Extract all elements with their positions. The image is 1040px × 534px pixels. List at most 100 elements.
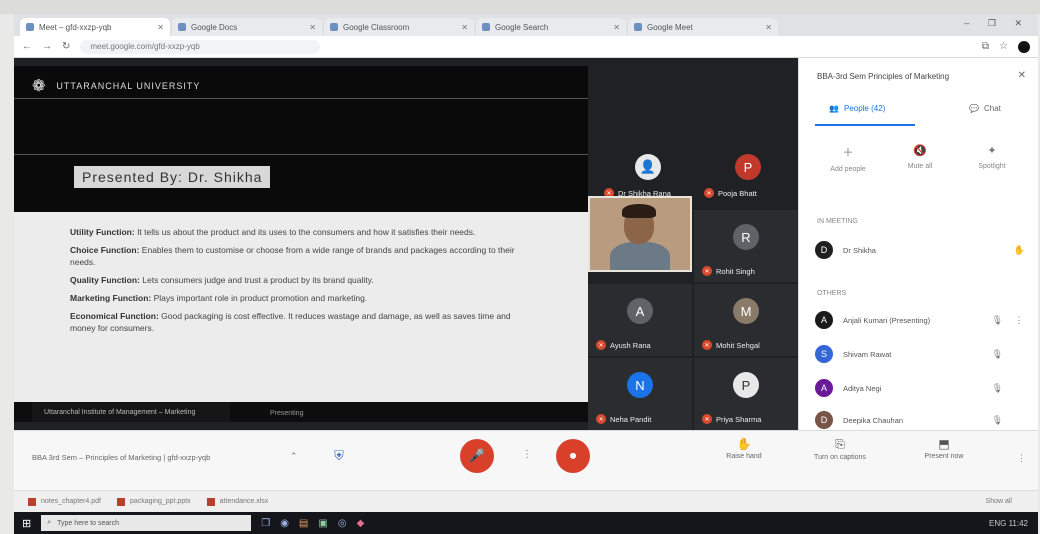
file-explorer-icon[interactable]: ▤ xyxy=(299,518,308,529)
slide-bullet: Marketing Function: Plays important role… xyxy=(70,292,520,304)
mic-icon[interactable]: 🎙 xyxy=(992,315,1003,326)
participant-row[interactable]: A Anjali Kumari (Presenting) 🎙 ⋮ xyxy=(815,308,1025,332)
hand-icon[interactable]: ✋ xyxy=(1014,245,1025,256)
participant-label: ✕ Ayush Rana xyxy=(596,340,651,350)
url-field[interactable]: meet.google.com/gfd-xxzp-yqb xyxy=(80,39,321,54)
slide-header: ❁ UTTARANCHAL UNIVERSITY Presented By: D… xyxy=(14,66,588,212)
camera-toggle-button[interactable]: ⏺ xyxy=(556,439,590,473)
participant-tile[interactable]: P ✕ Priya Sharma xyxy=(694,358,798,430)
close-icon[interactable]: ✕ xyxy=(309,23,316,32)
participant-row[interactable]: D Deepika Chauhan 🎙 xyxy=(815,408,1025,432)
browser-tab[interactable]: Google Search ✕ xyxy=(476,18,626,36)
bullet-text: Lets consumers judge and trust a product… xyxy=(142,275,374,285)
more-vert-icon[interactable]: ⋮ xyxy=(1017,453,1026,464)
self-view-video[interactable] xyxy=(588,196,692,272)
mic-icon[interactable]: 🎙 xyxy=(992,415,1003,426)
window-controls[interactable]: – ❐ ✕ xyxy=(964,18,1030,29)
avatar: D xyxy=(815,411,833,429)
app-icon[interactable]: ◆ xyxy=(357,518,365,529)
present-icon: ⬒ xyxy=(938,437,950,451)
participant-label: ✕ Rohit Singh xyxy=(702,266,755,276)
add-people-button[interactable]: ＋ Add people xyxy=(813,144,883,173)
participant-tile[interactable]: R ✕ Rohit Singh xyxy=(694,210,798,282)
reload-icon[interactable]: ↻ xyxy=(62,41,70,52)
raise-hand-button[interactable]: ✋ Raise hand xyxy=(704,437,784,460)
downloads-bar: notes_chapter4.pdf packaging_ppt.pptx at… xyxy=(14,490,1038,512)
captions-button[interactable]: ⎘ Turn on captions xyxy=(800,437,880,461)
tab-favicon-icon xyxy=(482,23,490,31)
browser-tab[interactable]: Google Meet ✕ xyxy=(628,18,778,36)
participant-avatar: M xyxy=(733,298,759,324)
mic-off-icon: ✕ xyxy=(702,414,712,424)
chat-icon: 💬 xyxy=(969,104,979,113)
participant-tile[interactable]: M ✕ Mohit Sehgal xyxy=(694,284,798,356)
file-icon xyxy=(206,497,215,506)
close-icon[interactable]: ✕ xyxy=(461,23,468,32)
task-view-icon[interactable]: ❐ xyxy=(261,518,270,529)
tab-people[interactable]: 👥 People (42) xyxy=(829,104,885,113)
self-view-body xyxy=(610,242,670,270)
slide-title: Presented By: Dr. Shikha xyxy=(74,166,271,188)
participant-row[interactable]: A Aditya Negi 🎙 xyxy=(815,376,1025,400)
mic-icon[interactable]: 🎙 xyxy=(992,383,1003,394)
participant-name: Anjali Kumari (Presenting) xyxy=(843,315,931,325)
browser-tab[interactable]: Google Classroom ✕ xyxy=(324,18,474,36)
bullet-text: It tells us about the product and its us… xyxy=(137,227,476,237)
browser-tab[interactable]: Google Docs ✕ xyxy=(172,18,322,36)
chrome-icon[interactable]: ◎ xyxy=(338,518,347,529)
mic-icon[interactable]: 🎙 xyxy=(992,349,1003,360)
university-logo-icon: ❁ xyxy=(32,78,47,95)
browser-tab[interactable]: Meet – gfd-xxzp-yqb ✕ xyxy=(20,18,170,36)
download-item[interactable]: notes_chapter4.pdf xyxy=(28,497,101,506)
people-panel: BBA-3rd Sem Principles of Marketing ✕ 👥 P… xyxy=(798,58,1038,430)
file-icon xyxy=(28,497,36,506)
active-tab-indicator xyxy=(815,124,915,126)
back-icon[interactable]: ← xyxy=(22,41,32,52)
edge-browser-icon[interactable]: ◉ xyxy=(280,518,289,529)
system-tray[interactable]: ENG 11:42 xyxy=(989,519,1028,528)
slide-bullet: Economical Function: Good packaging is c… xyxy=(70,310,520,334)
slide-bullet: Utility Function: It tells us about the … xyxy=(70,226,520,238)
close-icon[interactable]: ✕ xyxy=(765,23,772,32)
download-item[interactable]: packaging_ppt.pptx xyxy=(116,497,191,506)
address-bar: ← → ↻ meet.google.com/gfd-xxzp-yqb ⧉ ☆ xyxy=(14,36,1038,58)
close-icon[interactable]: ✕ xyxy=(157,23,164,32)
close-icon[interactable]: ✕ xyxy=(1018,70,1026,81)
file-icon xyxy=(116,497,125,506)
search-placeholder: Type here to search xyxy=(57,519,120,527)
participant-name: Dr Shikha xyxy=(843,245,876,255)
more-options-icon[interactable]: ⋮ xyxy=(522,449,532,460)
chevron-up-icon[interactable]: ⌃ xyxy=(290,451,298,462)
more-vert-icon[interactable]: ⋮ xyxy=(1013,315,1025,326)
profile-avatar[interactable] xyxy=(1018,40,1030,53)
extensions-icon[interactable]: ⧉ xyxy=(982,41,989,52)
participant-name: Deepika Chauhan xyxy=(843,415,904,425)
store-icon[interactable]: ▣ xyxy=(318,518,327,529)
windows-start-icon[interactable]: ⊞ xyxy=(22,517,31,530)
download-label: attendance.xlsx xyxy=(219,498,269,505)
mic-off-icon: ✕ xyxy=(596,340,606,350)
participant-tile[interactable]: A ✕ Ayush Rana xyxy=(588,284,692,356)
present-now-button[interactable]: ⬒ Present now xyxy=(904,437,984,460)
tab-chat[interactable]: 💬 Chat xyxy=(969,104,1001,113)
mic-toggle-button[interactable]: 🎤 xyxy=(460,439,494,473)
forward-icon[interactable]: → xyxy=(42,41,52,52)
mute-all-button[interactable]: 🔇 Mute all xyxy=(885,144,955,170)
avatar: D xyxy=(815,241,833,259)
meeting-stage: ❁ UTTARANCHAL UNIVERSITY Presented By: D… xyxy=(14,58,798,430)
show-all-downloads-link[interactable]: Show all xyxy=(986,498,1012,505)
participant-tile[interactable]: N ✕ Neha Pandit xyxy=(588,358,692,430)
tab-label: Meet – gfd-xxzp-yqb xyxy=(39,22,112,32)
participant-avatar: P xyxy=(733,372,759,398)
participant-name: Ayush Rana xyxy=(610,340,651,350)
search-icon: ⌕ xyxy=(47,519,52,526)
taskbar-search[interactable]: ⌕ Type here to search xyxy=(41,515,252,531)
download-label: notes_chapter4.pdf xyxy=(41,498,101,505)
download-item[interactable]: attendance.xlsx xyxy=(206,497,269,506)
close-icon[interactable]: ✕ xyxy=(613,23,620,32)
participant-row[interactable]: S Shivam Rawat 🎙 xyxy=(815,342,1025,366)
star-icon[interactable]: ☆ xyxy=(999,41,1008,52)
shield-icon[interactable]: ⛨ xyxy=(330,447,348,465)
participant-row[interactable]: D Dr Shikha ✋ xyxy=(815,238,1025,262)
spotlight-button[interactable]: ✦ Spotlight xyxy=(957,144,1027,170)
